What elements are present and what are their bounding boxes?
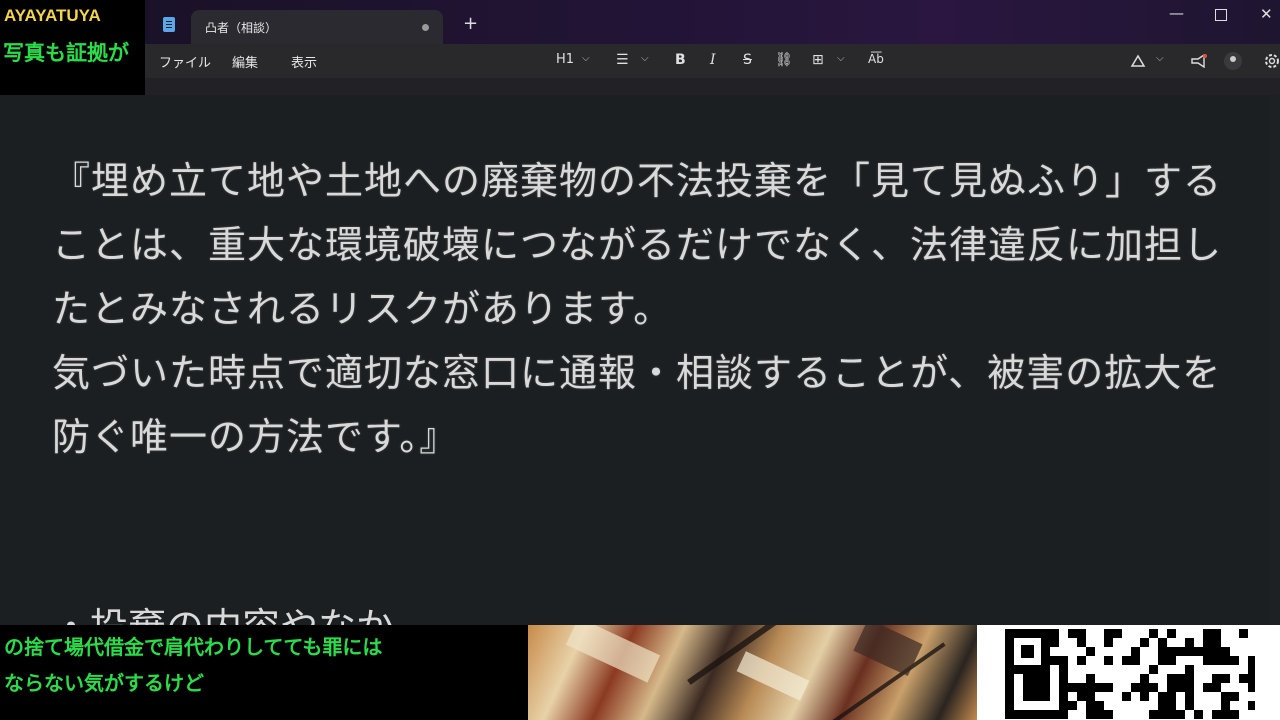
paragraph: 『埋め立て地や土地への廃棄物の不法投棄を「見て見ぬふり」することは、重大な環境破… [52, 159, 1223, 331]
megaphone-icon[interactable] [1190, 54, 1208, 68]
menu-edit[interactable]: 編集 [232, 52, 258, 71]
chevron-down-icon[interactable]: ⌵ [1156, 53, 1164, 64]
cutoff-line: ・投棄の内容やなか [52, 595, 652, 625]
chevron-down-icon[interactable]: ⌵ [641, 53, 649, 64]
minimize-button[interactable]: — [1169, 4, 1184, 22]
link-icon[interactable]: ⛓ [775, 52, 793, 68]
gear-icon[interactable] [1263, 52, 1280, 70]
strikethrough-button[interactable]: S [743, 52, 752, 68]
comment-line-2: ならない気がするけど [4, 671, 204, 695]
stream-overlay-top-left: AYAYATUYA 写真も証拠が [0, 0, 145, 95]
tab-title: 凸者（相談） [205, 21, 278, 35]
window-titlebar: 凸者（相談） + — ✕ [145, 0, 1280, 44]
notepad-app-icon [163, 17, 175, 32]
copilot-icon[interactable] [1130, 54, 1146, 68]
close-button[interactable]: ✕ [1260, 5, 1273, 23]
stream-overlay-bottom-left: の捨て場代借金で肩代わりしてても罪には ならない気がするけど [0, 625, 528, 720]
spellcheck-icon[interactable]: A͞b [868, 52, 884, 66]
bold-button[interactable]: B [675, 52, 686, 68]
document-tab[interactable]: 凸者（相談） [191, 10, 443, 44]
person-icon [1230, 56, 1236, 62]
comment-line-1: の捨て場代借金で肩代わりしてても罪には [4, 635, 383, 659]
table-icon[interactable]: ⊞ [812, 52, 824, 68]
maximize-button[interactable] [1215, 9, 1227, 21]
editor-area[interactable]: 『埋め立て地や土地への廃棄物の不法投棄を「見て見ぬふり」することは、重大な環境破… [0, 95, 1280, 625]
chevron-down-icon[interactable]: ⌵ [582, 53, 590, 64]
scrollbar[interactable] [1270, 95, 1280, 625]
marquee-text: 写真も証拠が [3, 41, 129, 65]
menu-file[interactable]: ファイル [159, 52, 211, 71]
qr-code [977, 625, 1280, 720]
document-body[interactable]: 『埋め立て地や土地への廃棄物の不法投棄を「見て見ぬふり」することは、重大な環境破… [52, 149, 1232, 469]
menu-toolbar: ファイル 編集 表示 H1 ⌵ ☰ ⌵ B I S ⛓ ⊞ ⌵ A͞b ⌵ [145, 44, 1280, 78]
list-icon[interactable]: ☰ [616, 52, 629, 68]
paragraph: 気づいた時点で適切な窓口に通報・相談することが、被害の拡大を防ぐ唯一の方法です。… [52, 351, 1222, 459]
italic-button[interactable]: I [710, 52, 716, 68]
chevron-down-icon[interactable]: ⌵ [837, 53, 845, 64]
account-avatar[interactable] [1224, 52, 1242, 70]
new-tab-button[interactable]: + [463, 15, 478, 33]
artwork-image [528, 625, 977, 720]
menu-view[interactable]: 表示 [291, 52, 317, 71]
channel-name: AYAYATUYA [4, 6, 101, 25]
unsaved-dot-icon[interactable] [422, 24, 429, 31]
heading-dropdown[interactable]: H1 [556, 52, 574, 67]
toolbar-separator [145, 78, 1280, 95]
qr-pattern [1005, 629, 1255, 719]
